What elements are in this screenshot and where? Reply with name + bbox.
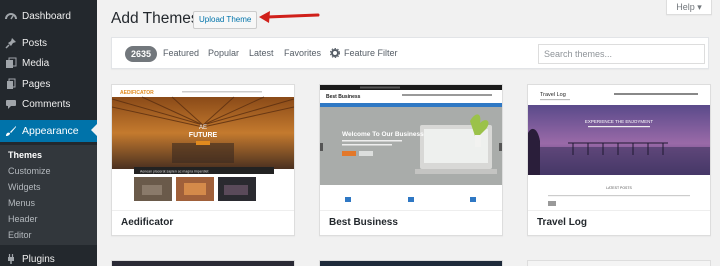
theme-name: Travel Log xyxy=(537,217,588,228)
theme-screenshot: AEDIFICATOR AE FUTURE Aenean placerat sa… xyxy=(112,85,294,210)
submenu-item-header[interactable]: Header xyxy=(8,214,38,224)
theme-screenshot: Travel Log EXPERIENCE THE ENJOYMENT LATE… xyxy=(528,85,710,210)
comments-icon xyxy=(0,98,22,110)
appearance-submenu: Themes Customize Widgets Menus Header Ed… xyxy=(0,145,97,245)
submenu-item-themes[interactable]: Themes xyxy=(8,150,42,160)
sidebar-item-label: Plugins xyxy=(22,253,55,265)
search-themes-input[interactable] xyxy=(538,44,705,64)
brush-icon xyxy=(0,125,22,137)
upload-theme-button[interactable]: Upload Theme xyxy=(193,11,258,29)
theme-name: Best Business xyxy=(329,217,398,228)
sidebar-item-appearance[interactable]: Appearance xyxy=(0,120,97,142)
theme-card-aedificator[interactable]: AEDIFICATOR AE FUTURE Aenean placerat sa… xyxy=(111,84,295,236)
best-business-hero: Welcome To Our Business xyxy=(342,131,424,138)
sidebar-item-media[interactable]: Media xyxy=(0,53,97,73)
sidebar-item-label: Posts xyxy=(22,37,48,49)
sidebar-item-label: Dashboard xyxy=(22,10,71,22)
gear-icon xyxy=(330,48,340,58)
filter-popular[interactable]: Popular xyxy=(208,48,239,58)
theme-screenshot xyxy=(528,261,710,266)
theme-name: Aedificator xyxy=(121,217,174,228)
pages-icon xyxy=(0,78,22,90)
theme-screenshot xyxy=(320,261,502,266)
theme-filter-bar: 2635 Featured Popular Latest Favorites F… xyxy=(111,37,709,69)
sidebar-item-plugins[interactable]: Plugins xyxy=(0,249,97,266)
aedificator-banner: Aenean placerat sapien ac magna imperdie… xyxy=(140,170,209,174)
travel-log-logo: Travel Log xyxy=(540,92,566,98)
aedificator-logo: AEDIFICATOR xyxy=(120,90,154,96)
sidebar-item-label: Comments xyxy=(22,98,71,110)
sidebar-item-dashboard[interactable]: Dashboard xyxy=(0,6,97,26)
sidebar-item-label: Appearance xyxy=(22,125,79,137)
page-title: Add Themes xyxy=(111,10,199,27)
sidebar-item-label: Media xyxy=(22,57,50,69)
active-menu-arrow xyxy=(91,124,97,136)
theme-screenshot: Best Business Welcome To Our Business xyxy=(320,85,502,210)
theme-card-travel-log[interactable]: Travel Log EXPERIENCE THE ENJOYMENT LATE… xyxy=(527,84,711,236)
aedificator-hero-line-1: AE xyxy=(199,125,207,131)
admin-sidebar: Dashboard Posts Media Pages Comments App… xyxy=(0,0,97,266)
theme-count-badge: 2635 xyxy=(125,46,158,62)
submenu-item-widgets[interactable]: Widgets xyxy=(8,182,41,192)
help-tab-button[interactable]: Help ▾ xyxy=(666,0,712,15)
travel-log-hero: EXPERIENCE THE ENJOYMENT xyxy=(585,119,653,124)
aedificator-hero-line-2: FUTURE xyxy=(189,132,218,139)
sidebar-item-posts[interactable]: Posts xyxy=(0,33,97,53)
best-business-logo: Best Business xyxy=(326,94,361,100)
feature-filter-label: Feature Filter xyxy=(344,48,398,58)
pin-icon xyxy=(0,37,22,49)
media-icon xyxy=(0,57,22,69)
filter-favorites[interactable]: Favorites xyxy=(284,48,321,58)
red-arrow-annotation xyxy=(259,11,320,23)
sidebar-item-label: Pages xyxy=(22,78,51,90)
theme-screenshot xyxy=(112,261,294,266)
submenu-item-menus[interactable]: Menus xyxy=(8,198,35,208)
filter-latest[interactable]: Latest xyxy=(249,48,274,58)
theme-card-partial[interactable] xyxy=(319,260,503,266)
submenu-item-customize[interactable]: Customize xyxy=(8,166,51,176)
feature-filter-button[interactable]: Feature Filter xyxy=(330,48,398,58)
sidebar-item-pages[interactable]: Pages xyxy=(0,74,97,94)
theme-card-partial[interactable] xyxy=(111,260,295,266)
dashboard-icon xyxy=(0,10,22,22)
filter-featured[interactable]: Featured xyxy=(163,48,199,58)
submenu-item-editor[interactable]: Editor xyxy=(8,230,32,240)
travel-log-subheading: LATEST POSTS xyxy=(606,186,632,190)
theme-card-best-business[interactable]: Best Business Welcome To Our Business Be… xyxy=(319,84,503,236)
plug-icon xyxy=(0,253,22,265)
theme-card-partial[interactable] xyxy=(527,260,711,266)
sidebar-item-comments[interactable]: Comments xyxy=(0,94,97,114)
